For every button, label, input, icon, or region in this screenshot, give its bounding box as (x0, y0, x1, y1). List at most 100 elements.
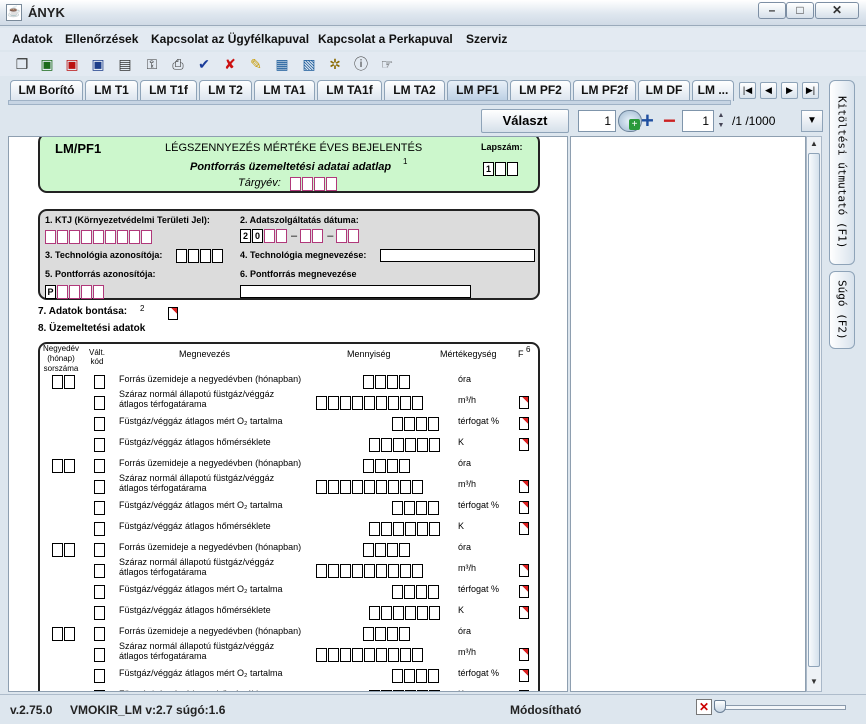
check-icon[interactable]: ✔ (194, 54, 214, 74)
error-icon[interactable]: ✕ (696, 699, 712, 715)
flag-field[interactable] (519, 648, 529, 664)
tab-lm-ta1[interactable]: LM TA1 (254, 80, 315, 101)
tab-lm-t2[interactable]: LM T2 (199, 80, 252, 101)
flag-field[interactable] (519, 690, 529, 691)
flag-field[interactable] (519, 396, 529, 412)
quantity-field[interactable] (363, 374, 411, 389)
print-icon[interactable]: ⎙ (168, 54, 188, 74)
valaszt-button[interactable]: Választ (481, 109, 569, 133)
save-close-icon[interactable]: ▣ (62, 54, 82, 74)
minimize-button[interactable]: – (758, 2, 786, 19)
quarter-field[interactable] (52, 458, 76, 473)
tab-lm-borito[interactable]: LM Borító (10, 80, 83, 101)
data-split-field[interactable] (168, 307, 178, 323)
change-code-field[interactable] (94, 521, 106, 536)
change-code-field[interactable] (94, 374, 106, 389)
scroll-down-icon[interactable]: ▼ (808, 675, 820, 689)
quarter-field[interactable] (52, 542, 76, 557)
sheet-spinner-icon[interactable]: ▲ ▼ (714, 111, 728, 131)
sheet-number-field[interactable]: 1 (682, 110, 714, 132)
flag-field[interactable] (519, 522, 529, 538)
plus-icon[interactable]: + (641, 108, 654, 134)
tab-lm-ta2[interactable]: LM TA2 (384, 80, 445, 101)
date-field[interactable]: 20 – – (240, 229, 360, 243)
source-name-field[interactable] (240, 285, 471, 298)
dropdown-arrow-icon[interactable]: ▼ (801, 110, 823, 132)
key-icon[interactable]: ⚿ (142, 54, 162, 74)
add-copy-icon[interactable]: + (618, 110, 642, 132)
lapszam-field[interactable]: 1 (483, 161, 519, 176)
quantity-field[interactable] (363, 542, 411, 557)
quarter-field[interactable] (52, 626, 76, 641)
quantity-field[interactable] (363, 626, 411, 641)
change-code-field[interactable] (94, 626, 106, 641)
maximize-button[interactable]: □ (786, 2, 814, 19)
change-code-field[interactable] (94, 458, 106, 473)
quarter-field[interactable] (52, 374, 76, 389)
edit-icon[interactable]: ✎ (246, 54, 266, 74)
menu-szerviz[interactable]: Szerviz (466, 32, 507, 46)
menu-adatok[interactable]: Adatok (12, 32, 53, 46)
next-tab-icon[interactable]: ▶ (781, 82, 798, 99)
quantity-field[interactable] (392, 584, 440, 599)
quantity-field[interactable] (392, 500, 440, 515)
copy-icon[interactable]: ❐ (12, 54, 32, 74)
targyev-field[interactable] (290, 176, 338, 191)
tab-lm-t1[interactable]: LM T1 (85, 80, 138, 101)
first-tab-icon[interactable]: |◀ (739, 82, 756, 99)
calculator2-icon[interactable]: ▧ (299, 54, 319, 74)
change-code-field[interactable] (94, 563, 106, 578)
tab-lm-pf2f[interactable]: LM PF2f (573, 80, 636, 101)
change-code-field[interactable] (94, 605, 106, 620)
save-as-icon[interactable]: ▣ (88, 54, 108, 74)
calculator-icon[interactable]: ▦ (272, 54, 292, 74)
quantity-field[interactable] (369, 605, 441, 620)
quantity-field[interactable] (369, 521, 441, 536)
quantity-field[interactable] (369, 437, 441, 452)
info-icon[interactable]: ⓘ (351, 54, 371, 74)
change-code-field[interactable] (94, 647, 106, 662)
quantity-field[interactable] (392, 668, 440, 683)
change-code-field[interactable] (94, 416, 106, 431)
tab-lm-t1f[interactable]: LM T1f (140, 80, 197, 101)
tab-lm-df[interactable]: LM DF (638, 80, 690, 101)
flag-field[interactable] (519, 585, 529, 601)
scroll-up-icon[interactable]: ▲ (808, 137, 820, 151)
quantity-field[interactable] (392, 416, 440, 431)
tab-sugo[interactable]: Súgó (F2) (829, 271, 855, 349)
flag-field[interactable] (519, 606, 529, 622)
tab-lm-pf1[interactable]: LM PF1 (447, 80, 508, 102)
menu-ugyfelkapu[interactable]: Kapcsolat az Ügyfélkapuval (151, 32, 309, 46)
menu-ellenorzesek[interactable]: Ellenőrzések (65, 32, 138, 46)
hand-icon[interactable]: ☞ (377, 54, 397, 74)
quantity-field[interactable] (316, 479, 424, 494)
change-code-field[interactable] (94, 500, 106, 515)
change-code-field[interactable] (94, 668, 106, 683)
tab-lm-more[interactable]: LM ... (692, 80, 734, 101)
flag-field[interactable] (519, 480, 529, 496)
menu-perkapu[interactable]: Kapcsolat a Perkapuval (318, 32, 453, 46)
tech-name-field[interactable] (380, 249, 535, 262)
change-code-field[interactable] (94, 479, 106, 494)
last-tab-icon[interactable]: ▶| (802, 82, 819, 99)
change-code-field[interactable] (94, 395, 106, 410)
prev-tab-icon[interactable]: ◀ (760, 82, 777, 99)
quantity-field[interactable] (369, 689, 441, 691)
flag-field[interactable] (519, 564, 529, 580)
zoom-slider[interactable] (714, 705, 846, 710)
quantity-field[interactable] (316, 395, 424, 410)
change-code-field[interactable] (94, 584, 106, 599)
tab-lm-ta1f[interactable]: LM TA1f (317, 80, 382, 101)
save-icon[interactable]: ▣ (37, 54, 57, 74)
quantity-field[interactable] (316, 647, 424, 662)
zoom-slider-handle[interactable] (714, 700, 726, 713)
scroll-thumb[interactable] (808, 153, 820, 667)
flag-field[interactable] (519, 417, 529, 433)
quantity-field[interactable] (363, 458, 411, 473)
flag-field[interactable] (519, 501, 529, 517)
cross-icon[interactable]: ✘ (220, 54, 240, 74)
flag-field[interactable] (519, 669, 529, 685)
tab-kitoltesi-utmutato[interactable]: Kitöltési útmutató (F1) (829, 80, 855, 265)
vertical-scrollbar[interactable]: ▲ ▼ (806, 136, 822, 692)
minus-icon[interactable]: − (663, 108, 676, 134)
